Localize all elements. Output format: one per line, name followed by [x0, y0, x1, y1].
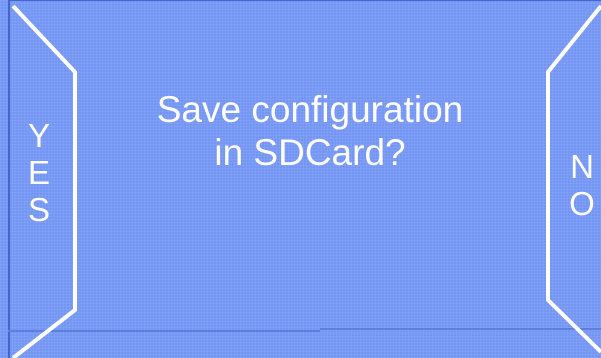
- yes-button[interactable]: [0, 0, 80, 358]
- prompt-line-2: in SDCard?: [214, 132, 406, 173]
- button-outlines: [11, 4, 601, 358]
- no-button[interactable]: [543, 0, 601, 358]
- confirm-prompt: Save configuration in SDCard?: [90, 88, 530, 174]
- prompt-line-1: Save configuration: [156, 89, 464, 130]
- confirm-screen: Y E S N O Save configuration in SDCard?: [0, 0, 601, 358]
